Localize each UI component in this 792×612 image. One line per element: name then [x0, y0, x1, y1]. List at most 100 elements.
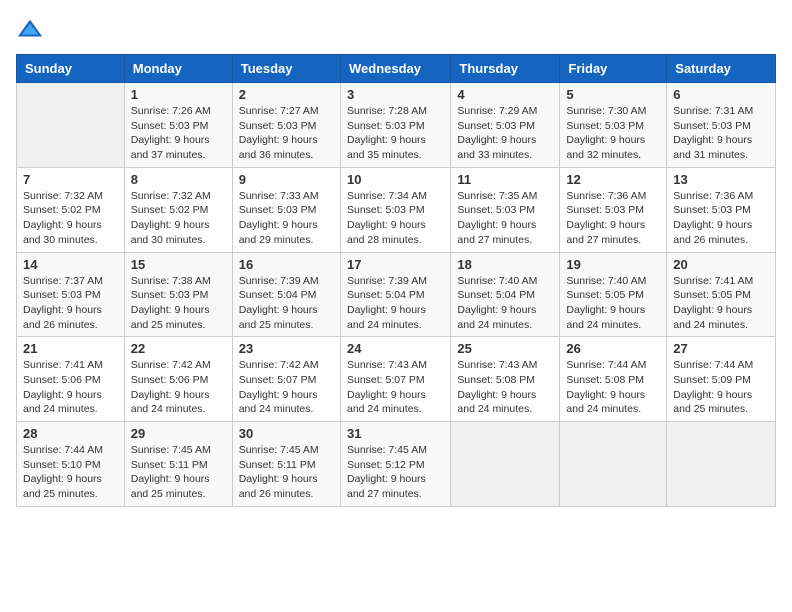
sunset-text: Sunset: 5:12 PM — [347, 459, 425, 471]
daylight-text: Daylight: 9 hours and 24 minutes. — [23, 389, 102, 416]
sunrise-text: Sunrise: 7:26 AM — [131, 105, 211, 117]
day-number: 15 — [131, 257, 226, 272]
day-cell: 24 Sunrise: 7:43 AMSunset: 5:07 PMDayligh… — [340, 337, 450, 422]
sunrise-text: Sunrise: 7:45 AM — [347, 444, 427, 456]
sunset-text: Sunset: 5:03 PM — [457, 204, 535, 216]
sunset-text: Sunset: 5:08 PM — [457, 374, 535, 386]
daylight-text: Daylight: 9 hours and 36 minutes. — [239, 134, 318, 161]
sunrise-text: Sunrise: 7:29 AM — [457, 105, 537, 117]
day-cell: 13Sunrise: 7:36 AMSunset: 5:03 PMDayligh… — [667, 167, 776, 252]
day-cell: 9Sunrise: 7:33 AMSunset: 5:03 PMDaylight… — [232, 167, 340, 252]
calendar-body: 1Sunrise: 7:26 AMSunset: 5:03 PMDaylight… — [17, 83, 776, 507]
day-cell: 8 Sunrise: 7:32 AM Sunset: 5:02 PM Daylight… — [124, 167, 232, 252]
cell-content: Sunrise: 7:36 AMSunset: 5:03 PMDaylight:… — [566, 189, 660, 248]
cell-content: Sunrise: 7:39 AMSunset: 5:04 PMDaylight:… — [347, 274, 444, 333]
sunrise-text: Sunrise: 7:39 AM — [347, 275, 427, 287]
day-cell: 15Sunrise: 7:38 AMSunset: 5:03 PMDayligh… — [124, 252, 232, 337]
day-cell: 10Sunrise: 7:34 AMSunset: 5:03 PMDayligh… — [340, 167, 450, 252]
day-cell: 22Sunrise: 7:42 AMSunset: 5:06 PMDayligh… — [124, 337, 232, 422]
day-cell: 23Sunrise: 7:42 AMSunset: 5:07 PMDayligh… — [232, 337, 340, 422]
sunrise-text: Sunrise: 7:34 AM — [347, 190, 427, 202]
sunset-text: Sunset: 5:03 PM — [566, 204, 644, 216]
day-number: 14 — [23, 257, 118, 272]
day-number: 5 — [566, 87, 660, 102]
sunset-text: Sunset: 5:05 PM — [673, 289, 751, 301]
day-cell — [667, 422, 776, 507]
page-header — [16, 16, 776, 44]
sunrise-text: Sunrise: 7:28 AM — [347, 105, 427, 117]
sunset-text: Sunset: 5:06 PM — [131, 374, 209, 386]
cell-content: Sunrise: 7:26 AMSunset: 5:03 PMDaylight:… — [131, 104, 226, 163]
cell-content: Sunrise: 7:42 AMSunset: 5:06 PMDaylight:… — [131, 358, 226, 417]
day-cell: 3Sunrise: 7:28 AMSunset: 5:03 PMDaylight… — [340, 83, 450, 168]
day-number: 10 — [347, 172, 444, 187]
sunset-text: Sunset: 5:11 PM — [131, 459, 208, 471]
sunrise-text: Sunrise: 7:41 AM — [23, 359, 103, 371]
sunset-text: Sunset: 5:02 PM — [23, 204, 101, 216]
day-number: 24 — [347, 341, 444, 356]
calendar-header: SundayMondayTuesdayWednesdayThursdayFrid… — [17, 55, 776, 83]
day-cell: 14Sunrise: 7:37 AMSunset: 5:03 PMDayligh… — [17, 252, 125, 337]
day-cell: 20Sunrise: 7:41 AMSunset: 5:05 PMDayligh… — [667, 252, 776, 337]
sunrise-text: Sunrise: 7:32 AM — [131, 190, 211, 202]
daylight-text: Daylight: 9 hours and 24 minutes. — [239, 389, 318, 416]
day-number: 28 — [23, 426, 118, 441]
day-number: 20 — [673, 257, 769, 272]
day-number: 8 — [131, 172, 226, 187]
sunrise-text: Sunrise: 7:32 AM — [23, 190, 103, 202]
daylight-text: Daylight: 9 hours and 30 minutes. — [131, 219, 210, 246]
cell-content: Sunrise: 7:32 AM Sunset: 5:02 PM Daylight:… — [131, 189, 226, 248]
cell-content: Sunrise: 7:43 AMSunset: 5:07 PMDaylight:… — [347, 358, 444, 417]
sunset-text: Sunset: 5:03 PM — [239, 204, 317, 216]
sunrise-text: Sunrise: 7:43 AM — [347, 359, 427, 371]
day-cell: 25Sunrise: 7:43 AMSunset: 5:08 PMDayligh… — [451, 337, 560, 422]
cell-content: Sunrise: 7:41 AMSunset: 5:05 PMDaylight:… — [673, 274, 769, 333]
sunrise-text: Sunrise: 7:31 AM — [673, 105, 753, 117]
day-cell: 4Sunrise: 7:29 AMSunset: 5:03 PMDaylight… — [451, 83, 560, 168]
sunrise-text: Sunrise: 7:40 AM — [566, 275, 646, 287]
cell-content: Sunrise: 7:31 AMSunset: 5:03 PMDaylight:… — [673, 104, 769, 163]
cell-content: Sunrise: 7:40 AMSunset: 5:05 PMDaylight:… — [566, 274, 660, 333]
day-cell: 28 Sunrise: 7:44 AM Sunset: 5:10 PM Dayligh… — [17, 422, 125, 507]
weekday-header-thursday: Thursday — [451, 55, 560, 83]
daylight-text: Daylight: 9 hours and 32 minutes. — [566, 134, 645, 161]
day-cell — [451, 422, 560, 507]
weekday-header-saturday: Saturday — [667, 55, 776, 83]
day-cell: 7Sunrise: 7:32 AMSunset: 5:02 PMDaylight… — [17, 167, 125, 252]
daylight-text: Daylight: 9 hours and 25 minutes. — [673, 389, 752, 416]
sunset-text: Sunset: 5:11 PM — [239, 459, 316, 471]
day-cell — [560, 422, 667, 507]
day-cell: 19Sunrise: 7:40 AMSunset: 5:05 PMDayligh… — [560, 252, 667, 337]
sunset-text: Sunset: 5:02 PM — [131, 204, 209, 216]
day-number: 30 — [239, 426, 334, 441]
week-row-1: 1Sunrise: 7:26 AMSunset: 5:03 PMDaylight… — [17, 83, 776, 168]
sunrise-text: Sunrise: 7:42 AM — [239, 359, 319, 371]
day-cell: 11Sunrise: 7:35 AMSunset: 5:03 PMDayligh… — [451, 167, 560, 252]
day-cell: 27Sunrise: 7:44 AMSunset: 5:09 PMDayligh… — [667, 337, 776, 422]
daylight-text: Daylight: 9 hours and 29 minutes. — [239, 219, 318, 246]
cell-content: Sunrise: 7:43 AMSunset: 5:08 PMDaylight:… — [457, 358, 553, 417]
sunset-text: Sunset: 5:10 PM — [23, 459, 101, 471]
day-number: 6 — [673, 87, 769, 102]
daylight-text: Daylight: 9 hours and 33 minutes. — [457, 134, 536, 161]
sunrise-text: Sunrise: 7:44 AM — [23, 444, 103, 456]
weekday-header-wednesday: Wednesday — [340, 55, 450, 83]
sunset-text: Sunset: 5:04 PM — [239, 289, 317, 301]
cell-content: Sunrise: 7:33 AMSunset: 5:03 PMDaylight:… — [239, 189, 334, 248]
daylight-text: Daylight: 9 hours and 25 minutes. — [23, 473, 102, 500]
weekday-header-friday: Friday — [560, 55, 667, 83]
daylight-text: Daylight: 9 hours and 31 minutes. — [673, 134, 752, 161]
weekday-row: SundayMondayTuesdayWednesdayThursdayFrid… — [17, 55, 776, 83]
logo-icon — [16, 16, 44, 44]
sunrise-text: Sunrise: 7:38 AM — [131, 275, 211, 287]
day-cell: 5Sunrise: 7:30 AMSunset: 5:03 PMDaylight… — [560, 83, 667, 168]
sunrise-text: Sunrise: 7:41 AM — [673, 275, 753, 287]
sunrise-text: Sunrise: 7:45 AM — [131, 444, 211, 456]
sunrise-text: Sunrise: 7:44 AM — [566, 359, 646, 371]
cell-content: Sunrise: 7:29 AMSunset: 5:03 PMDaylight:… — [457, 104, 553, 163]
cell-content: Sunrise: 7:44 AMSunset: 5:09 PMDaylight:… — [673, 358, 769, 417]
daylight-text: Daylight: 9 hours and 30 minutes. — [23, 219, 102, 246]
cell-content: Sunrise: 7:36 AMSunset: 5:03 PMDaylight:… — [673, 189, 769, 248]
cell-content: Sunrise: 7:45 AMSunset: 5:12 PMDaylight:… — [347, 443, 444, 502]
day-number: 3 — [347, 87, 444, 102]
